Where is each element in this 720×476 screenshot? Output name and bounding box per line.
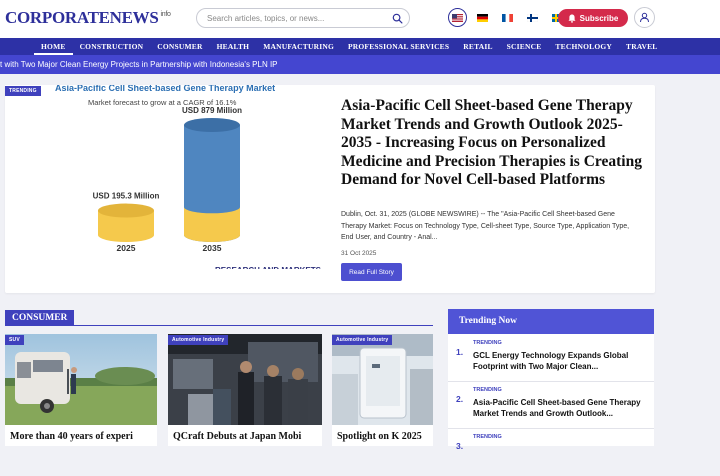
nav-item-technology[interactable]: TECHNOLOGY: [548, 38, 619, 55]
trending-panel: Trending Now 1. TRENDING GCL Energy Tech…: [448, 309, 654, 451]
site-logo[interactable]: CORPORATENEWS info: [5, 8, 171, 28]
consumer-card[interactable]: SUV More than 40 years of experi: [5, 334, 157, 446]
search-input[interactable]: [207, 11, 387, 26]
card-image: [5, 334, 157, 425]
user-icon: [640, 12, 649, 23]
trending-headline[interactable]: Asia-Pacific Cell Sheet-based Gene Thera…: [473, 397, 649, 419]
language-selector: [448, 8, 567, 28]
bell-icon: [568, 14, 576, 23]
nav-item-manufacturing[interactable]: MANUFACTURING: [256, 38, 341, 55]
market-forecast-chart: USD 195.3 Million 2025 USD 879 Million 2035…: [93, 106, 322, 269]
bar-segment-2035-joint: [184, 200, 240, 214]
consumer-card[interactable]: Automotive Industry QCraft Debuts at Jap…: [168, 334, 322, 446]
flag-fi-icon[interactable]: [523, 8, 542, 27]
subscribe-label: Subscribe: [579, 13, 619, 23]
nav-item-consumer[interactable]: CONSUMER: [150, 38, 209, 55]
card-tag: Automotive Industry: [332, 335, 393, 345]
nav-item-health[interactable]: HEALTH: [210, 38, 257, 55]
data-label-2025: USD 195.3 Million: [93, 192, 160, 201]
flag-us-icon[interactable]: [448, 8, 467, 27]
trending-heading: Trending Now: [448, 309, 654, 334]
bar-base-2025: [98, 228, 154, 242]
nav-item-professional-services[interactable]: PROFESSIONAL SERVICES: [341, 38, 456, 55]
trending-rank: 3.: [456, 441, 464, 451]
bar-top-2025: [98, 203, 154, 218]
trending-tag: TRENDING: [473, 387, 502, 393]
featured-summary: Dublin, Oct. 31, 2025 (GLOBE NEWSWIRE) -…: [341, 211, 630, 241]
user-account-button[interactable]: [634, 7, 655, 28]
trending-item[interactable]: 1. TRENDING GCL Energy Technology Expand…: [448, 336, 654, 382]
flag-fr-icon[interactable]: [498, 8, 517, 27]
card-tag: Automotive Industry: [168, 335, 229, 345]
flag-de-icon[interactable]: [473, 8, 492, 27]
x-tick-2035: 2035: [203, 243, 222, 253]
consumer-card[interactable]: Automotive Industry Spotlight on K 2025: [332, 334, 433, 446]
news-ticker[interactable]: t with Two Major Clean Energy Projects i…: [0, 55, 720, 74]
featured-date: 31 Oct 2025: [341, 250, 377, 257]
trending-rank: 2.: [456, 394, 464, 404]
featured-story-image[interactable]: Asia-Pacific Cell Sheet-based Gene Thera…: [5, 85, 330, 269]
card-title[interactable]: Spotlight on K 2025: [337, 431, 422, 442]
data-label-2035: USD 879 Million: [182, 106, 242, 115]
ticker-text: t with Two Major Clean Energy Projects i…: [0, 60, 278, 69]
trending-item[interactable]: 3. TRENDING: [448, 430, 654, 476]
trending-tag: TRENDING: [473, 340, 502, 346]
nav-item-retail[interactable]: RETAIL: [456, 38, 499, 55]
main-nav: HOME CONSTRUCTION CONSUMER HEALTH MANUFACTUR…: [0, 38, 720, 55]
nav-item-travel[interactable]: TRAVEL: [619, 38, 665, 55]
read-full-story-button[interactable]: Read Full Story: [341, 263, 402, 281]
logo-wordmark: CORPORATENEWS: [5, 8, 159, 27]
search-box: [196, 8, 410, 28]
card-image: [332, 334, 433, 425]
consumer-section-label[interactable]: CONSUMER: [5, 310, 75, 326]
trending-rank: 1.: [456, 347, 464, 357]
featured-headline[interactable]: Asia-Pacific Cell Sheet-based Gene Thera…: [341, 97, 647, 190]
subscribe-button[interactable]: Subscribe: [558, 9, 628, 27]
card-image: [168, 334, 322, 425]
nav-item-science[interactable]: SCIENCE: [500, 38, 549, 55]
site-header: CORPORATENEWSinfo Subscribe: [0, 0, 720, 38]
trending-headline[interactable]: GCL Energy Technology Expands Global Foo…: [473, 350, 649, 372]
trending-badge: TRENDING: [5, 86, 41, 96]
nav-item-home[interactable]: HOME: [34, 38, 73, 55]
bar-top-2035: [184, 118, 240, 132]
chart-brand: RESEARCH AND MARKETS: [215, 266, 322, 269]
featured-story: Asia-Pacific Cell Sheet-based Gene Thera…: [5, 85, 655, 293]
logo-tld: info: [160, 11, 171, 18]
trending-tag: TRENDING: [473, 434, 502, 440]
card-title[interactable]: More than 40 years of experi: [10, 431, 133, 442]
card-title[interactable]: QCraft Debuts at Japan Mobi: [173, 431, 301, 442]
card-tag: SUV: [5, 335, 24, 345]
x-tick-2025: 2025: [117, 243, 136, 253]
nav-item-construction[interactable]: CONSTRUCTION: [73, 38, 151, 55]
trending-item[interactable]: 2. TRENDING Asia-Pacific Cell Sheet-base…: [448, 383, 654, 429]
consumer-section-header: CONSUMER: [5, 310, 433, 326]
search-icon[interactable]: [392, 13, 403, 24]
bar-segment-2035-bottom: [184, 228, 240, 242]
